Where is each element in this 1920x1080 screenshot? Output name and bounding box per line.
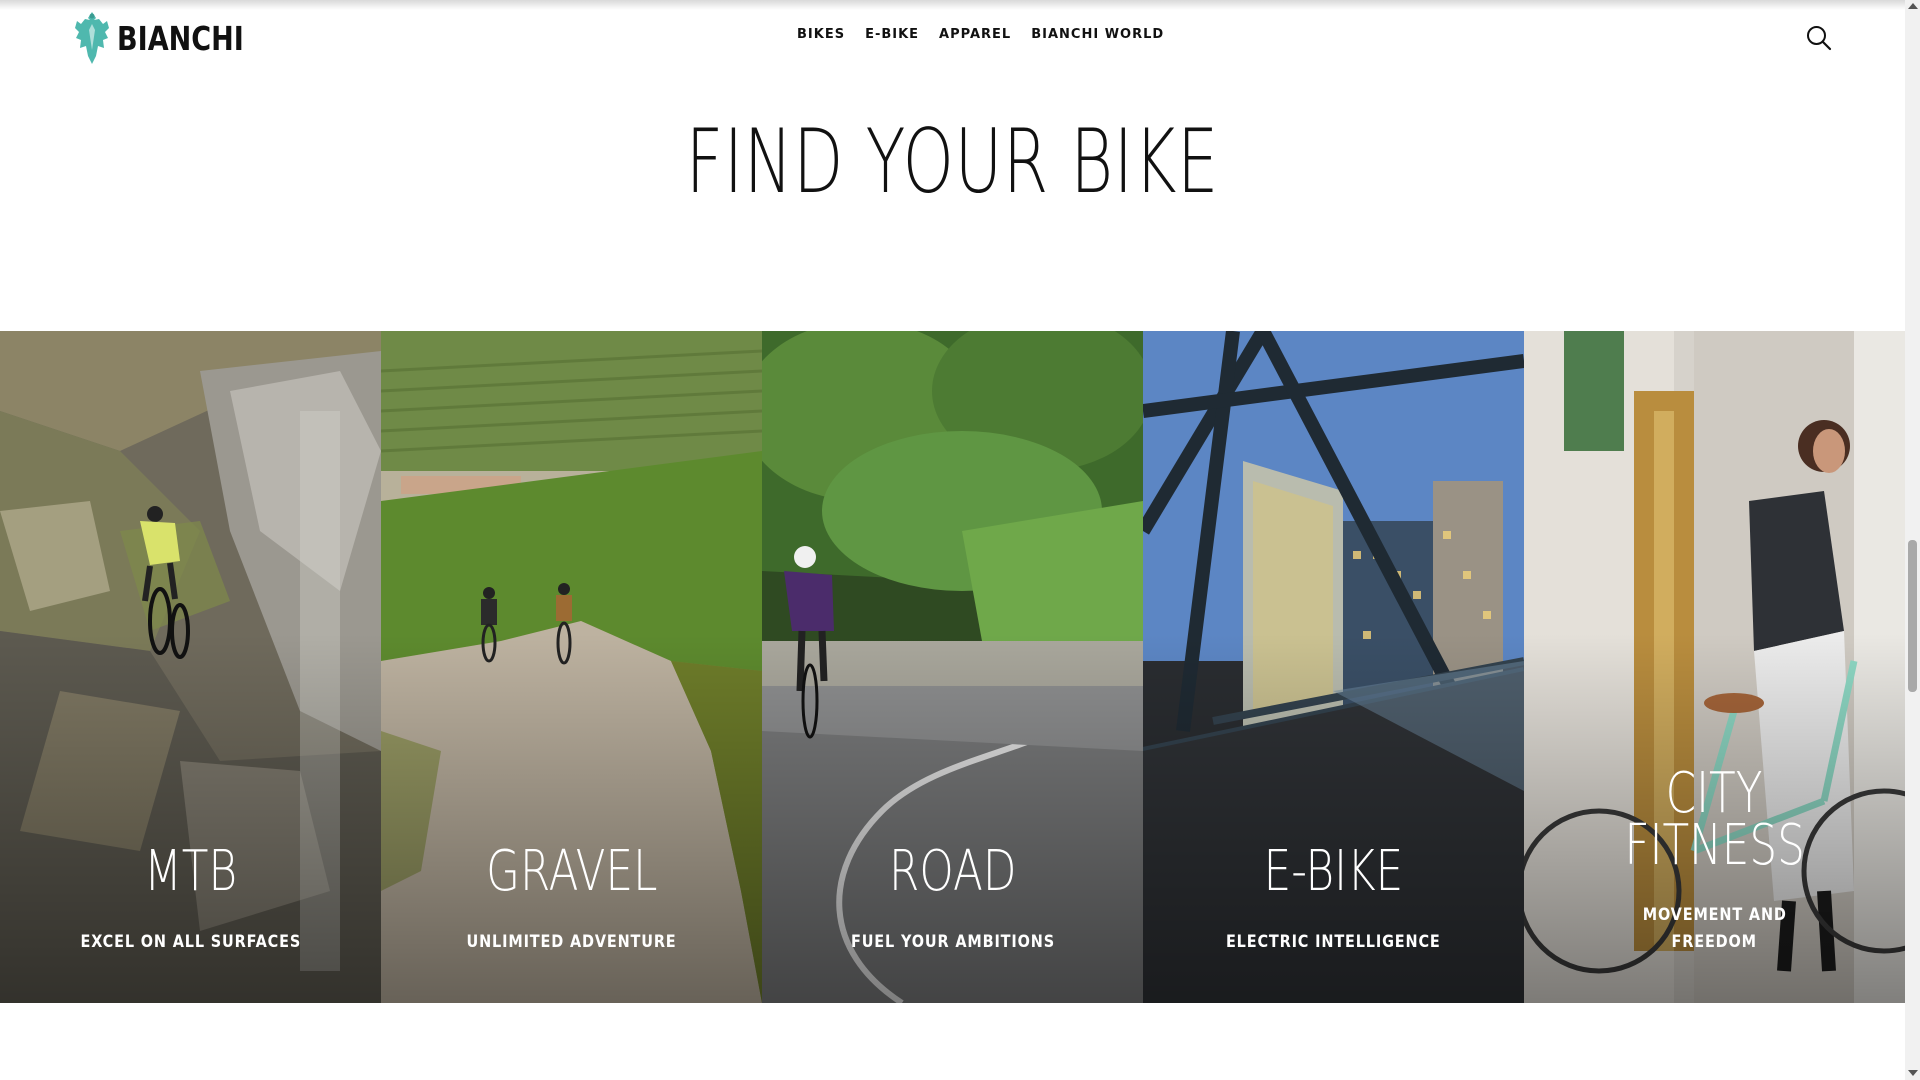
search-icon <box>1807 26 1832 51</box>
category-subtitle: EXCEL ON ALL SURFACES <box>80 932 301 952</box>
category-tile-gravel[interactable]: GRAVEL UNLIMITED ADVENTURE <box>381 331 762 1003</box>
eagle-crest-icon <box>75 12 109 64</box>
category-tile-city-fitness[interactable]: CITY FITNESS MOVEMENT AND FREEDOM <box>1524 331 1905 1003</box>
category-subtitle: MOVEMENT AND <box>1642 905 1787 925</box>
nav-item-apparel[interactable]: APPAREL <box>939 27 1011 42</box>
nav-item-e-bike[interactable]: E-BIKE <box>865 27 919 42</box>
bike-category-grid: MTB EXCEL ON ALL SURFACES GRAVEL UNLIMIT… <box>0 331 1905 1003</box>
scroll-down-arrow[interactable] <box>1908 1070 1918 1076</box>
category-subtitle-line2: FREEDOM <box>1671 932 1758 952</box>
category-title-line2: FITNESS <box>1624 813 1805 878</box>
page-title: FIND YOUR BIKE <box>685 110 1220 213</box>
nav-item-bikes[interactable]: BIKES <box>797 27 845 42</box>
nav-item-bianchi-world[interactable]: BIANCHI WORLD <box>1031 27 1164 42</box>
category-tile-mtb[interactable]: MTB EXCEL ON ALL SURFACES <box>0 331 381 1003</box>
brand-wordmark: BIANCHI <box>117 18 244 58</box>
site-header: BIANCHI BIKES E-BIKE APPAREL BIANCHI WOR… <box>0 0 1905 75</box>
scroll-up-arrow[interactable] <box>1908 3 1918 9</box>
category-title: E-BIKE <box>1263 839 1404 904</box>
category-title: GRAVEL <box>485 839 658 904</box>
search-button[interactable] <box>1805 24 1833 52</box>
scrollbar-thumb[interactable] <box>1908 540 1917 692</box>
category-subtitle: ELECTRIC INTELLIGENCE <box>1226 932 1441 952</box>
category-title: MTB <box>144 839 237 904</box>
main-nav: BIKES E-BIKE APPAREL BIANCHI WORLD <box>797 27 1164 42</box>
category-tile-road[interactable]: ROAD FUEL YOUR AMBITIONS <box>762 331 1143 1003</box>
category-title: ROAD <box>888 839 1017 904</box>
category-subtitle: UNLIMITED ADVENTURE <box>466 932 677 952</box>
category-subtitle: FUEL YOUR AMBITIONS <box>850 932 1055 952</box>
bianchi-logo-link[interactable]: BIANCHI <box>73 10 272 66</box>
category-tile-e-bike[interactable]: E-BIKE ELECTRIC INTELLIGENCE <box>1143 331 1524 1003</box>
